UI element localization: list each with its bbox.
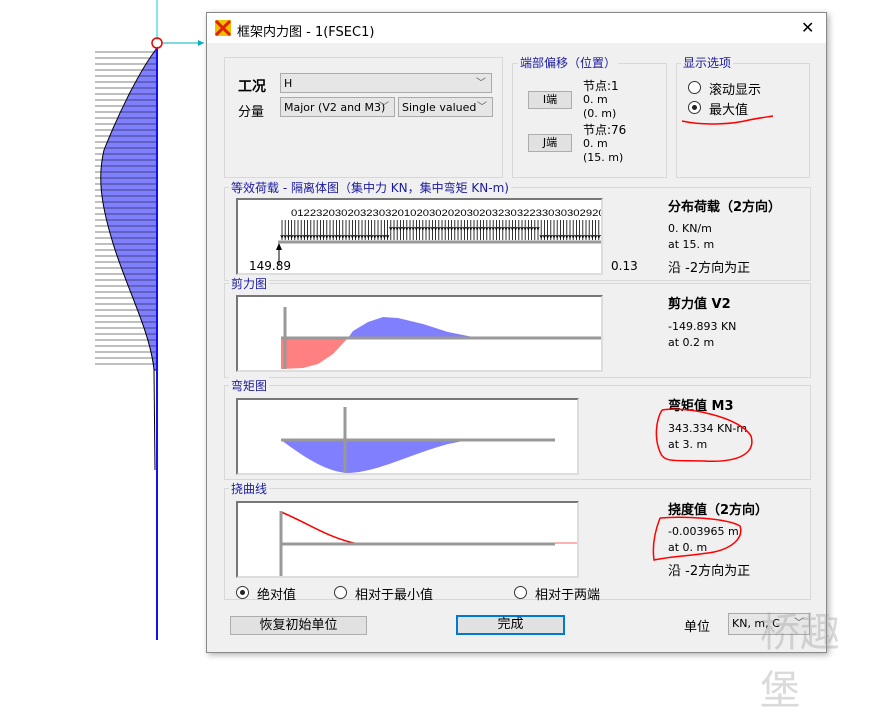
case-label: 工况: [238, 79, 266, 95]
case-group: 工况 H ﹀ 分量 Major (V2 and M3) ﹀ Single value…: [224, 57, 503, 178]
end-offset-group: 端部偏移（位置） I端 J端 节点:1 0. m (0. m) 节点:76 0. m(…: [512, 54, 667, 178]
relative-ends-label: 相对于两端: [535, 588, 601, 603]
pile-force-diagram: [95, 0, 204, 640]
case-select[interactable]: H ﹀: [280, 73, 492, 93]
distributed-load-heading: 分布荷载（2方向）: [668, 200, 782, 215]
load-diagram: 0122320302032303201020302020302032303223…: [236, 198, 638, 275]
shear-heading: 剪力值 V2: [668, 297, 731, 312]
load-labels: 0122320302032303201020302020302032303223…: [291, 208, 601, 218]
relative-ends-radio[interactable]: [514, 586, 527, 599]
left-reaction-value: 149.89: [249, 259, 291, 273]
j-end-info: 节点:76 0. m (15. m): [583, 123, 627, 164]
absolute-value-label: 绝对值: [257, 588, 297, 603]
j-end-button[interactable]: J端: [528, 134, 572, 152]
distributed-load-value: 0. KN/m: [668, 222, 712, 235]
right-reaction-value: 0.13: [611, 259, 638, 273]
load-sign-note: 沿 -2方向为正: [668, 261, 751, 276]
end-offset-title: 端部偏移（位置）: [518, 54, 619, 71]
component-select[interactable]: Major (V2 and M3) ﹀: [280, 97, 395, 117]
display-options-group: 显示选项 滚动显示 最大值: [676, 54, 810, 178]
shear-title: 剪力图: [229, 275, 270, 292]
watermark-logo: 桥趣堡: [760, 610, 840, 714]
scroll-display-label: 滚动显示: [709, 83, 762, 98]
moment-title: 弯矩图: [229, 377, 270, 394]
deflection-diagram: [236, 501, 610, 578]
relative-min-radio[interactable]: [334, 586, 347, 599]
red-circle-annotation-2: [652, 516, 742, 561]
relative-min-label: 相对于最小值: [355, 588, 434, 603]
absolute-value-radio[interactable]: [236, 586, 249, 599]
window-title: 框架内力图 - 1(FSEC1): [237, 25, 375, 40]
i-end-info: 节点:1 0. m (0. m): [583, 79, 619, 120]
app-icon: [215, 20, 231, 36]
shear-location: at 0.2 m: [668, 336, 715, 349]
shear-diagram: [236, 295, 610, 372]
reset-units-button[interactable]: 恢复初始单位: [230, 616, 367, 635]
distributed-load-location: at 15. m: [668, 238, 715, 251]
units-label: 单位: [684, 620, 711, 635]
frame-force-dialog: 框架内力图 - 1(FSEC1) ✕ 工况 H ﹀ 分量 Major (V2 an…: [206, 12, 827, 653]
red-circle-annotation: [655, 408, 753, 462]
component-label: 分量: [238, 105, 265, 120]
display-options-title: 显示选项: [681, 54, 734, 71]
title-bar: 框架内力图 - 1(FSEC1) ✕: [207, 13, 826, 43]
value-mode-select[interactable]: Single valued ﹀: [398, 97, 493, 117]
moment-diagram: [236, 398, 579, 475]
shear-value: -149.893 KN: [668, 320, 737, 333]
i-end-button[interactable]: I端: [528, 91, 572, 109]
red-underline-annotation: [681, 115, 774, 125]
deflection-title: 挠曲线: [229, 480, 270, 497]
max-value-radio[interactable]: [688, 101, 701, 114]
load-title: 等效荷载 - 隔离体图（集中力 KN，集中弯矩 KN-m): [229, 179, 511, 196]
close-icon[interactable]: ✕: [801, 18, 814, 37]
done-button[interactable]: 完成: [456, 615, 565, 635]
scroll-display-radio[interactable]: [688, 81, 701, 94]
